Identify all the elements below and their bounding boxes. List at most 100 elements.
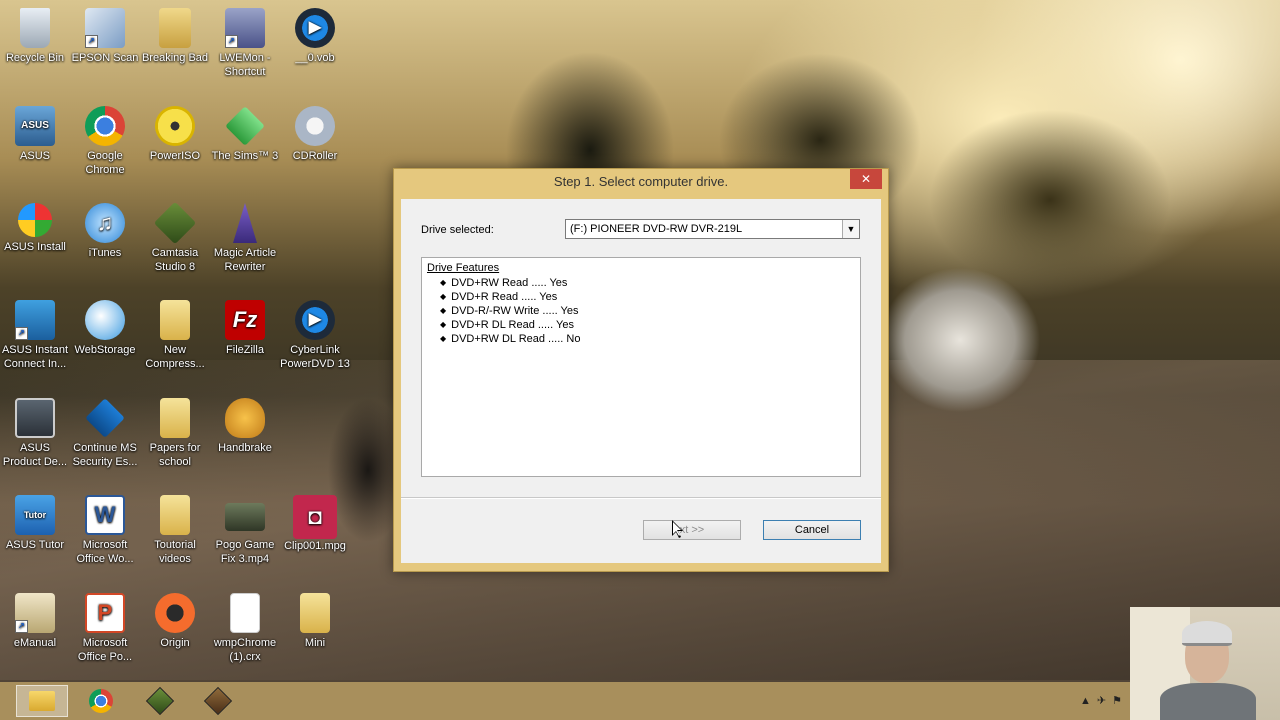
desktop-icon-label: __0.vob xyxy=(295,52,335,64)
desktop-icon-label: Toutorial videos xyxy=(154,539,196,565)
cancel-button[interactable]: Cancel xyxy=(763,520,861,540)
desktop-icon-papers-for-school[interactable]: Papers for school xyxy=(140,398,210,469)
desktop-icon-toutorial-videos[interactable]: Toutorial videos xyxy=(140,495,210,566)
desktop-icon-label: wmpChrome (1).crx xyxy=(213,637,277,663)
desktop-icon-label: Origin xyxy=(160,637,190,649)
desktop-icon-ms-security[interactable]: Continue MS Security Es... xyxy=(70,398,140,469)
taskbar-file-explorer[interactable] xyxy=(16,685,68,717)
desktop-icon-wmpchrome[interactable]: wmpChrome (1).crx xyxy=(210,593,280,664)
feature-item: DVD+R DL Read ..... Yes xyxy=(440,318,580,332)
tray-chevron-up-icon[interactable]: ▲ xyxy=(1080,695,1097,707)
system-tray[interactable]: ▲✈⚑ xyxy=(1080,694,1128,707)
desktop-icon-label: ASUS Product De... xyxy=(2,442,68,468)
desktop-icon-label: EPSON Scan xyxy=(71,52,139,64)
desktop-icon-word[interactable]: W Microsoft Office Wo... xyxy=(70,495,140,566)
next-button[interactable]: xt >> xyxy=(643,520,741,540)
desktop-icon-webstorage[interactable]: WebStorage xyxy=(70,300,140,357)
taskbar-camtasia[interactable] xyxy=(134,685,186,717)
desktop-icon-label: CDRoller xyxy=(292,150,338,162)
drive-features-list: DVD+RW Read ..... Yes DVD+R Read ..... Y… xyxy=(440,276,580,346)
tray-flag-icon[interactable]: ⚑ xyxy=(1112,695,1128,707)
video-icon xyxy=(225,503,265,531)
shortcut-arrow-icon: ↗ xyxy=(15,620,28,633)
desktop-icon-mini[interactable]: Mini xyxy=(280,593,350,650)
desktop-icon-label: Mini xyxy=(304,637,326,649)
desktop-icon-epson-scan[interactable]: ↗ EPSON Scan xyxy=(70,8,140,65)
desktop-icon-label: FileZilla xyxy=(226,344,264,356)
desktop-icon-label: ASUS Install xyxy=(4,241,66,253)
desktop-icon-poweriso[interactable]: PowerISO xyxy=(140,106,210,163)
desktop-icon-new-compressed[interactable]: New Compress... xyxy=(140,300,210,371)
desktop-icon-label: eManual xyxy=(13,637,57,649)
desktop-icon-lwemon[interactable]: ↗ LWEMon - Shortcut xyxy=(210,8,280,79)
taskbar-chrome[interactable] xyxy=(75,685,127,717)
handbrake-icon xyxy=(225,398,265,438)
drive-select-dropdown[interactable]: (F:) PIONEER DVD-RW DVR-219L ▼ xyxy=(565,219,860,239)
desktop-icon-handbrake[interactable]: Handbrake xyxy=(210,398,280,455)
filezilla-icon: Fz xyxy=(225,300,265,340)
desktop-icon-itunes[interactable]: ♫ iTunes xyxy=(70,203,140,260)
chrome-icon xyxy=(89,689,113,713)
gamepad-icon: ↗ xyxy=(225,8,265,48)
desktop-icon-camtasia[interactable]: Camtasia Studio 8 xyxy=(140,201,210,274)
desktop-icon-asus-tutor[interactable]: Tutor ASUS Tutor xyxy=(0,495,70,552)
desktop-icon-the-sims-3[interactable]: The Sims™ 3 xyxy=(210,106,280,163)
origin-icon xyxy=(155,593,195,633)
desktop-icon-label: The Sims™ 3 xyxy=(211,150,279,162)
drive-features-title: Drive Features xyxy=(427,262,500,274)
desktop-icon-label: iTunes xyxy=(88,247,122,259)
dialog-title: Step 1. Select computer drive. xyxy=(553,174,729,189)
taskbar: ▲✈⚑ xyxy=(0,682,1280,720)
desktop-icon-recycle-bin[interactable]: Recycle Bin xyxy=(0,8,70,65)
wizard-icon xyxy=(233,203,257,243)
desktop-icon-label: Microsoft Office Po... xyxy=(77,637,133,663)
camtasia-icon xyxy=(145,686,175,716)
tutor-icon: Tutor xyxy=(15,495,55,535)
webcam-person-cap xyxy=(1182,621,1232,646)
desktop-icon-pogo-game-fix[interactable]: Pogo Game Fix 3.mp4 xyxy=(210,495,280,566)
file-explorer-icon xyxy=(29,691,55,711)
desktop-icon-label: Pogo Game Fix 3.mp4 xyxy=(215,539,275,565)
desktop-icon-clip001[interactable]: ◘ Clip001.mpg xyxy=(280,495,350,553)
play-icon: ▶ xyxy=(295,8,335,48)
monitor-icon xyxy=(15,398,55,438)
desktop-icon-asus-product[interactable]: ASUS Product De... xyxy=(0,398,70,469)
desktop-icon-label: Papers for school xyxy=(149,442,201,468)
dialog-body: Drive selected: (F:) PIONEER DVD-RW DVR-… xyxy=(401,199,881,563)
chevron-down-icon[interactable]: ▼ xyxy=(842,220,859,238)
media-icon: ◘ xyxy=(293,495,337,539)
desktop-icon-cdroller[interactable]: CDRoller xyxy=(280,106,350,163)
desktop-icon-emanual[interactable]: ↗ eManual xyxy=(0,593,70,650)
desktop-icon-powerpoint[interactable]: P Microsoft Office Po... xyxy=(70,593,140,664)
desktop-icon-magic-article[interactable]: Magic Article Rewriter xyxy=(210,203,280,274)
webcam-person-shirt xyxy=(1160,683,1256,720)
desktop-icon-filezilla[interactable]: Fz FileZilla xyxy=(210,300,280,357)
folder-icon xyxy=(300,593,330,633)
desktop-icon-0-vob[interactable]: ▶ __0.vob xyxy=(280,8,350,65)
desktop-icon-label: Microsoft Office Wo... xyxy=(76,539,134,565)
desktop-icon-powerdvd[interactable]: ▶ CyberLink PowerDVD 13 xyxy=(280,300,350,371)
word-icon: W xyxy=(85,495,125,535)
drive-features-box: Drive Features DVD+RW Read ..... Yes DVD… xyxy=(421,257,861,477)
powerpoint-icon: P xyxy=(85,593,125,633)
desktop-icon-breaking-bad[interactable]: Breaking Bad xyxy=(140,8,210,65)
tray-network-icon[interactable]: ✈ xyxy=(1097,695,1112,707)
close-button[interactable]: ✕ xyxy=(850,169,882,189)
desktop-icon-label: Camtasia Studio 8 xyxy=(151,247,199,273)
select-drive-dialog: Step 1. Select computer drive. ✕ Drive s… xyxy=(393,168,889,572)
folder-icon xyxy=(159,8,191,48)
desktop-icon-label: CyberLink PowerDVD 13 xyxy=(280,344,350,370)
desktop-icon-origin[interactable]: Origin xyxy=(140,593,210,650)
desktop-icon-google-chrome[interactable]: Google Chrome xyxy=(70,106,140,177)
feature-item: DVD-R/-RW Write ..... Yes xyxy=(440,304,580,318)
folder-icon xyxy=(160,495,190,535)
dialog-separator xyxy=(401,497,881,499)
desktop-icon-asus-install[interactable]: ASUS Install xyxy=(0,203,70,254)
desktop-icon-label: Handbrake xyxy=(218,442,272,454)
connect-icon: ↗ xyxy=(15,300,55,340)
feature-item: DVD+RW DL Read ..... No xyxy=(440,332,580,346)
desktop-icon-asus-instant-connect[interactable]: ↗ ASUS Instant Connect In... xyxy=(0,300,70,371)
desktop-icon-asus[interactable]: ASUS ASUS xyxy=(0,106,70,163)
taskbar-recorder[interactable] xyxy=(192,685,244,717)
wallpaper-car xyxy=(860,250,1060,450)
